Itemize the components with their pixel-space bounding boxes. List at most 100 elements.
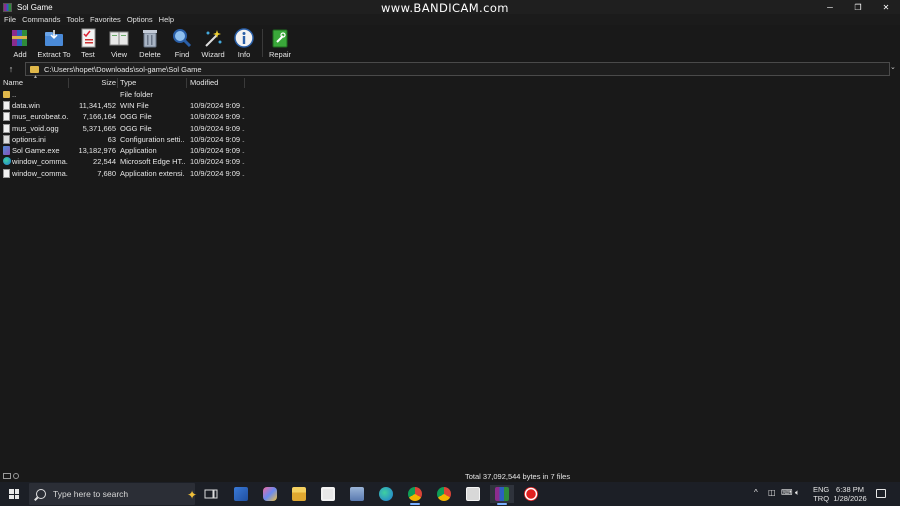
winrar-icon [495, 487, 509, 501]
file-name: window_comma... [12, 157, 68, 166]
network-icon[interactable]: ◫ [768, 488, 776, 497]
file-row-parent[interactable]: .. File folder [0, 89, 245, 100]
store-icon [321, 487, 335, 501]
file-manager-app[interactable] [461, 485, 485, 503]
file-row[interactable]: window_comma... 22,544 Microsoft Edge HT… [0, 156, 245, 167]
file-size: 7,680 [97, 169, 116, 178]
column-divider[interactable] [186, 78, 187, 88]
file-type: Application extensi... [120, 169, 185, 178]
column-modified[interactable]: Modified [190, 78, 218, 87]
menu-favorites[interactable]: Favorites [90, 15, 121, 24]
window-title: Sol Game [17, 2, 53, 12]
settings-file-icon [3, 135, 10, 144]
delete-button[interactable]: Delete [133, 27, 167, 60]
volume-icon[interactable]: 🔈︎ [795, 488, 800, 498]
view-button[interactable]: View [102, 27, 136, 60]
restore-button[interactable]: ❐ [844, 0, 872, 14]
info-label: Info [237, 50, 251, 59]
key-icon[interactable] [13, 473, 19, 479]
input-language[interactable]: ENG TRQ [813, 485, 829, 503]
toolbar: Add Extract To Test View Delete Find Wiz… [0, 25, 900, 60]
add-button[interactable]: Add [3, 27, 37, 60]
mail-icon [234, 487, 248, 501]
close-button[interactable]: ✕ [872, 0, 900, 14]
file-type: WIN File [120, 101, 149, 110]
system-clock[interactable]: 6:38 PM 1/28/2026 [832, 485, 868, 503]
extract-to-button[interactable]: Extract To [37, 27, 71, 60]
menu-commands[interactable]: Commands [22, 15, 60, 24]
remote-desktop-app[interactable] [345, 485, 369, 503]
file-modified: 10/9/2024 9:09 ... [190, 112, 245, 121]
path-field[interactable]: C:\Users\hopet\Downloads\sol-game\Sol Ga… [25, 62, 890, 76]
mail-app[interactable] [229, 485, 253, 503]
path-dropdown-button[interactable]: ⌄ [890, 63, 898, 73]
file-size: 7,166,164 [82, 112, 116, 121]
column-type[interactable]: Type [120, 78, 136, 87]
bandicam-record-icon [524, 487, 538, 501]
column-name[interactable]: Name [3, 78, 23, 87]
repair-button[interactable]: Repair [263, 27, 297, 60]
status-bar: Total 37,092,544 bytes in 7 files [0, 471, 900, 482]
column-divider[interactable] [68, 78, 69, 88]
keyboard-icon[interactable]: ⌨ [781, 488, 793, 497]
magnifier-icon [172, 28, 192, 48]
menu-options[interactable]: Options [127, 15, 153, 24]
test-label: Test [81, 50, 95, 59]
minimize-button[interactable]: ─ [816, 0, 844, 14]
info-button[interactable]: Info [227, 27, 261, 60]
start-button[interactable] [0, 482, 28, 506]
file-row[interactable]: data.win 11,341,452 WIN File 10/9/2024 9… [0, 100, 245, 111]
clock-time: 6:38 PM [836, 485, 864, 494]
sparkle-icon: ✦ [187, 488, 198, 502]
column-divider[interactable] [244, 78, 245, 88]
winrar-app[interactable] [490, 485, 514, 505]
notification-icon[interactable] [876, 489, 886, 498]
wand-icon [203, 28, 223, 48]
delete-label: Delete [139, 50, 161, 59]
disk-icon[interactable] [3, 473, 11, 479]
status-total: Total 37,092,544 bytes in 7 files [465, 472, 571, 481]
menu-tools[interactable]: Tools [66, 15, 84, 24]
file-size: 11,341,452 [79, 101, 116, 110]
copilot-app[interactable] [258, 485, 282, 503]
file-name: mus_eurobeat.o... [12, 112, 68, 121]
up-folder-button[interactable]: ↑ [4, 63, 18, 75]
file-size: 22,544 [93, 157, 116, 166]
chrome-profile-app[interactable] [432, 485, 456, 503]
find-button[interactable]: Find [165, 27, 199, 60]
column-size[interactable]: Size [70, 78, 116, 87]
file-manager-icon [466, 487, 480, 501]
extract-to-label: Extract To [37, 50, 71, 59]
menu-file[interactable]: File [4, 15, 16, 24]
edge-app[interactable] [374, 485, 398, 503]
address-bar: ↑ C:\Users\hopet\Downloads\sol-game\Sol … [0, 61, 900, 77]
taskbar-search[interactable]: Type here to search ✦ [29, 483, 198, 505]
winrar-app-icon [3, 2, 12, 12]
test-button[interactable]: Test [71, 27, 105, 60]
file-modified: 10/9/2024 9:09 ... [190, 146, 245, 155]
running-indicator [410, 503, 420, 505]
bandicam-app[interactable] [519, 485, 543, 503]
menu-help[interactable]: Help [159, 15, 174, 24]
file-size: 5,371,665 [82, 124, 116, 133]
recording-watermark: www.BANDICAM.com [381, 1, 509, 15]
repair-kit-icon [270, 28, 290, 48]
file-row[interactable]: options.ini 63 Configuration setti... 10… [0, 134, 245, 145]
task-view-button[interactable] [199, 485, 223, 503]
wizard-button[interactable]: Wizard [196, 27, 230, 60]
file-row[interactable]: Sol Game.exe 13,182,976 Application 10/9… [0, 145, 245, 156]
view-label: View [110, 50, 128, 59]
column-divider[interactable] [117, 78, 118, 88]
file-name: mus_void.ogg [12, 124, 59, 133]
file-row[interactable]: mus_eurobeat.o... 7,166,164 OGG File 10/… [0, 111, 245, 122]
file-row[interactable]: mus_void.ogg 5,371,665 OGG File 10/9/202… [0, 123, 245, 134]
edge-file-icon [3, 157, 11, 165]
store-app[interactable] [316, 485, 340, 503]
window-controls: ─ ❐ ✕ [816, 0, 900, 14]
folder-icon [3, 91, 10, 98]
add-label: Add [13, 50, 27, 59]
chrome-app[interactable] [403, 485, 427, 505]
tray-chevron-icon[interactable]: ^ [754, 488, 758, 497]
file-explorer-app[interactable] [287, 485, 311, 503]
file-row[interactable]: window_comma... 7,680 Application extens… [0, 168, 245, 179]
